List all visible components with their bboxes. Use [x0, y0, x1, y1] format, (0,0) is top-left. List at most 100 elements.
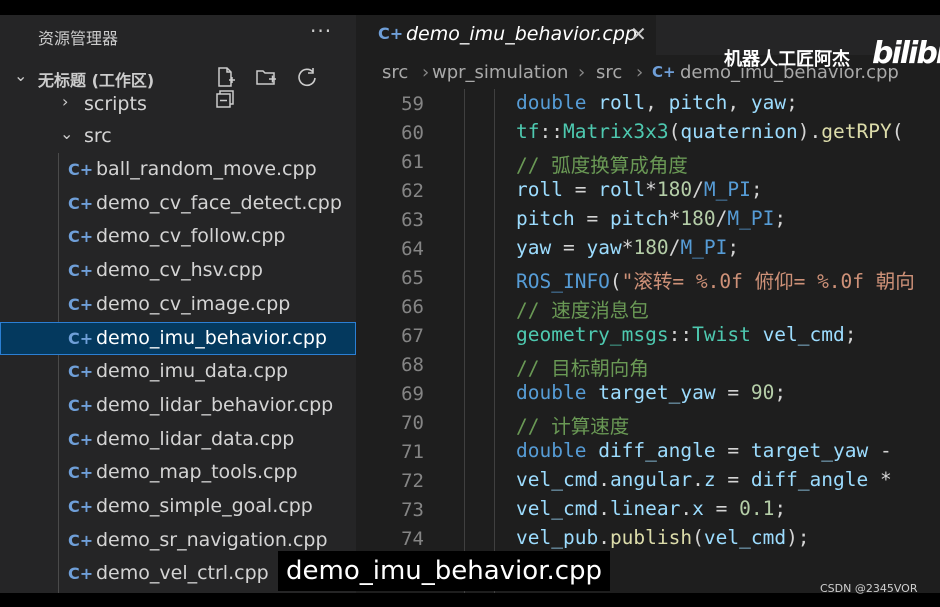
- cpp-file-icon: C+: [68, 261, 94, 281]
- indent-guide: [464, 89, 465, 593]
- code-line-72[interactable]: vel_cmd.angular.z = diff_angle *: [516, 468, 892, 491]
- line-number: 70: [401, 412, 424, 434]
- file-label[interactable]: demo_vel_ctrl.cpp: [96, 562, 269, 584]
- code-line-70[interactable]: // 计算速度: [516, 410, 629, 439]
- bilibili-logo: bilibili: [872, 36, 940, 71]
- line-number: 64: [401, 238, 424, 260]
- uploader-watermark: 机器人工匠阿杰: [724, 49, 850, 70]
- file-label[interactable]: demo_sr_navigation.cpp: [96, 529, 328, 551]
- line-number: 68: [401, 354, 424, 376]
- code-line-64[interactable]: yaw = yaw*180/M_PI;: [516, 236, 739, 259]
- code-line-67[interactable]: geometry_msgs::Twist vel_cmd;: [516, 323, 857, 346]
- cpp-file-icon: C+: [68, 227, 94, 247]
- tab-demo-imu-behavior[interactable]: C+ demo_imu_behavior.cpp ✕: [356, 15, 656, 55]
- file-item[interactable]: C+ demo_cv_face_detect.cpp: [0, 187, 356, 220]
- cpp-file-icon: C+: [68, 530, 94, 550]
- cpp-file-icon: C+: [68, 429, 94, 449]
- new-folder-icon[interactable]: [255, 66, 279, 88]
- code-line-65[interactable]: ROS_INFO("滚转= %.0f 俯仰= %.0f 朝向: [516, 265, 915, 294]
- folder-scripts[interactable]: › scripts: [0, 88, 356, 120]
- line-number: 67: [401, 325, 424, 347]
- chevron-down-icon[interactable]: ⌄: [60, 124, 73, 143]
- cpp-file-icon: C+: [68, 328, 94, 348]
- explorer-sidebar: 资源管理器 ··· ⌄ 无标题 (工作区) › scripts ⌄ src C+…: [0, 15, 356, 593]
- video-top-bar: [0, 0, 940, 15]
- breadcrumb-wpr-simulation[interactable]: wpr_simulation: [432, 62, 568, 83]
- code-line-61[interactable]: // 弧度换算成角度: [516, 149, 688, 178]
- file-item[interactable]: C+ demo_simple_goal.cpp: [0, 490, 356, 523]
- file-item[interactable]: C+ demo_lidar_behavior.cpp: [0, 389, 356, 422]
- folder-src[interactable]: ⌄ src: [0, 120, 356, 152]
- file-item[interactable]: C+ demo_imu_data.cpp: [0, 355, 356, 388]
- file-label[interactable]: demo_cv_face_detect.cpp: [96, 192, 342, 214]
- code-line-66[interactable]: // 速度消息包: [516, 294, 649, 323]
- file-label[interactable]: demo_imu_behavior.cpp: [96, 327, 327, 349]
- breadcrumb-src-2[interactable]: src: [596, 62, 622, 83]
- csdn-watermark: CSDN @2345VOR: [820, 582, 918, 595]
- breadcrumb-separator: ›: [578, 62, 586, 83]
- file-label[interactable]: demo_cv_image.cpp: [96, 293, 290, 315]
- code-line-59[interactable]: double roll, pitch, yaw;: [516, 91, 798, 114]
- file-item[interactable]: C+ demo_lidar_data.cpp: [0, 423, 356, 456]
- explorer-title: 资源管理器: [38, 29, 119, 48]
- tab-bar: C+ demo_imu_behavior.cpp ✕: [356, 15, 940, 55]
- code-line-71[interactable]: double diff_angle = target_yaw -: [516, 439, 892, 462]
- line-number: 72: [401, 470, 424, 492]
- breadcrumb-separator: ›: [636, 62, 644, 83]
- file-label[interactable]: demo_lidar_behavior.cpp: [96, 394, 333, 416]
- file-item[interactable]: C+ demo_cv_image.cpp: [0, 288, 356, 321]
- folder-label[interactable]: scripts: [84, 93, 147, 115]
- code-line-60[interactable]: tf::Matrix3x3(quaternion).getRPY(: [516, 120, 903, 143]
- cpp-file-icon: C+: [68, 463, 94, 483]
- code-line-63[interactable]: pitch = pitch*180/M_PI;: [516, 207, 786, 230]
- line-number: 60: [401, 122, 424, 144]
- code-line-73[interactable]: vel_cmd.linear.x = 0.1;: [516, 497, 786, 520]
- file-item[interactable]: C+ demo_cv_hsv.cpp: [0, 254, 356, 287]
- line-number: 65: [401, 267, 424, 289]
- file-item[interactable]: C+ demo_map_tools.cpp: [0, 456, 356, 489]
- file-label[interactable]: demo_imu_data.cpp: [96, 360, 288, 382]
- cpp-file-icon: C+: [68, 362, 94, 382]
- file-item[interactable]: C+ demo_imu_behavior.cpp: [0, 321, 356, 355]
- chevron-right-icon[interactable]: ›: [62, 92, 68, 111]
- folder-label[interactable]: src: [84, 125, 112, 147]
- file-item[interactable]: C+ demo_cv_follow.cpp: [0, 220, 356, 253]
- new-file-icon[interactable]: [214, 66, 238, 88]
- file-label[interactable]: demo_lidar_data.cpp: [96, 428, 294, 450]
- close-icon[interactable]: ✕: [630, 22, 647, 46]
- cpp-file-icon: C+: [68, 294, 94, 314]
- chevron-down-icon[interactable]: ⌄: [14, 66, 27, 85]
- breadcrumb: src › wpr_simulation › src › C+ demo_imu…: [356, 55, 940, 89]
- line-number: 61: [401, 151, 424, 173]
- cpp-file-icon: C+: [68, 497, 94, 516]
- code-line-69[interactable]: double target_yaw = 90;: [516, 381, 786, 404]
- line-number: 74: [401, 528, 424, 550]
- video-subtitle: demo_imu_behavior.cpp: [278, 551, 611, 591]
- file-label[interactable]: demo_map_tools.cpp: [96, 461, 298, 483]
- cpp-file-icon: C+: [68, 160, 94, 179]
- file-label[interactable]: demo_cv_follow.cpp: [96, 225, 285, 247]
- code-line-62[interactable]: roll = roll*180/M_PI;: [516, 178, 763, 201]
- file-label[interactable]: ball_random_move.cpp: [96, 158, 317, 180]
- line-number: 62: [401, 180, 424, 202]
- cpp-file-icon: C+: [68, 193, 94, 213]
- breadcrumb-src[interactable]: src: [382, 62, 408, 83]
- more-actions-icon[interactable]: ···: [310, 19, 332, 43]
- file-item[interactable]: C+ ball_random_move.cpp: [0, 153, 356, 186]
- line-number: 73: [401, 499, 424, 521]
- line-number: 59: [401, 93, 424, 115]
- refresh-icon[interactable]: [296, 66, 320, 88]
- file-label[interactable]: demo_simple_goal.cpp: [96, 495, 313, 517]
- breadcrumb-separator: ›: [422, 62, 430, 83]
- indent-guide: [494, 89, 495, 593]
- cpp-file-icon: C+: [652, 63, 676, 81]
- file-label[interactable]: demo_cv_hsv.cpp: [96, 259, 263, 281]
- tab-label[interactable]: demo_imu_behavior.cpp: [406, 23, 637, 45]
- code-line-74[interactable]: vel_pub.publish(vel_cmd);: [516, 526, 810, 549]
- workspace-row[interactable]: ⌄ 无标题 (工作区): [0, 63, 356, 108]
- code-editor[interactable]: 59 60 61 62 63 64 65 66 67 68 69 70 71 72 73 74 double …: [356, 89, 940, 593]
- code-line-68[interactable]: // 目标朝向角: [516, 352, 649, 381]
- video-bottom-bar: [0, 593, 940, 607]
- cpp-file-icon: C+: [68, 564, 94, 584]
- line-number: 69: [401, 383, 424, 405]
